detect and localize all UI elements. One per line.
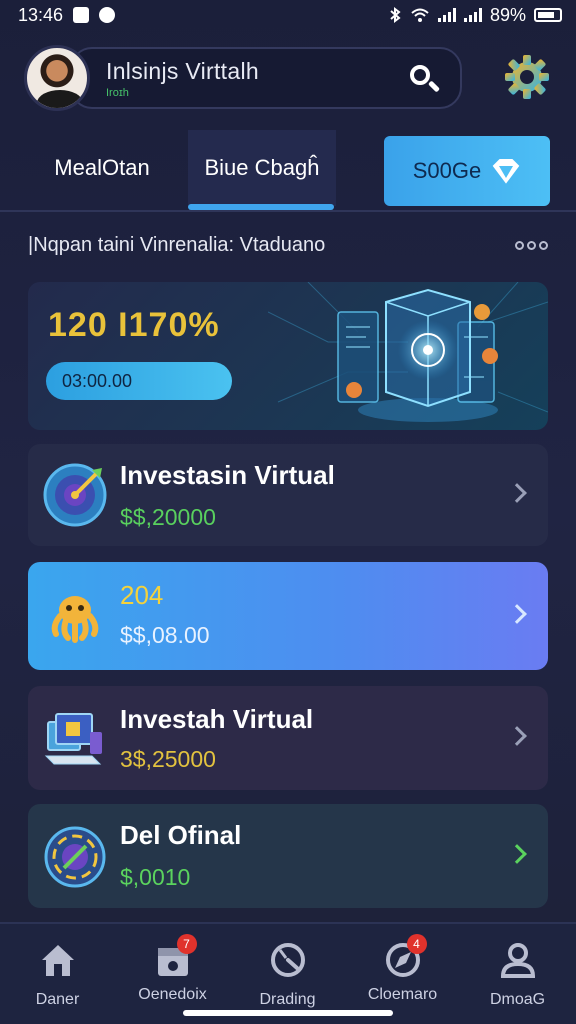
- nav-label: Cloemaro: [367, 986, 438, 1003]
- nav-item-trading[interactable]: Drading: [230, 940, 345, 1009]
- investment-card[interactable]: Investah Virtual 3$,25000: [28, 686, 548, 790]
- nav-label: Oenedoix: [138, 986, 207, 1003]
- search-subtitle: Iroɪh: [106, 86, 129, 99]
- nav-item-calendar[interactable]: 7 Oenedoix: [115, 934, 230, 1004]
- chevron-right-icon: [507, 726, 527, 746]
- tab-label: S00Ge: [412, 158, 482, 183]
- notification-badge: 4: [406, 934, 427, 954]
- nav-item-profile[interactable]: DmoaG: [460, 940, 575, 1009]
- card-title: Investah Virtual: [120, 704, 314, 734]
- gauge-icon: [270, 943, 305, 977]
- section-header: |Nqpan taini Vinrenalia: Vtaduano: [28, 234, 548, 257]
- sync-icon: [99, 7, 116, 23]
- tab-mealotan[interactable]: MealOtan: [18, 130, 186, 206]
- notification-icon: [73, 7, 90, 23]
- signal-icon: [437, 8, 456, 22]
- more-icon[interactable]: [515, 241, 548, 250]
- header: Inlsinjs Virttalh Iroɪh: [24, 44, 552, 112]
- card-amount: 3$,25000: [120, 746, 216, 772]
- home-icon: [41, 945, 74, 976]
- tab-label: Biue Cbagĥ: [204, 155, 320, 180]
- nav-item-explore[interactable]: 4 Cloemaro: [345, 934, 460, 1004]
- nav-label: Daner: [35, 991, 80, 1008]
- hero-pill-button[interactable]: 03:00.00: [46, 362, 232, 400]
- nav-label: Drading: [259, 991, 316, 1008]
- battery-icon: [534, 8, 562, 22]
- bottom-navigation: Daner 7 Oenedoix Drading 4 Cloemaro Dmoa…: [0, 922, 576, 1024]
- search-bar[interactable]: Inlsinjs Virttalh Iroɪh: [70, 47, 462, 109]
- battery-percent: 89%: [489, 4, 526, 25]
- tab-bar: MealOtan Biue Cbagĥ S00Ge: [0, 130, 576, 212]
- section-title: |Nqpan taini Vinrenalia: Vtaduano: [28, 234, 326, 256]
- tab-blue-change[interactable]: Biue Cbagĥ: [188, 130, 336, 206]
- octopus-icon: [51, 596, 99, 643]
- hero-value: 120 I170%: [48, 306, 220, 344]
- status-bar: 13:46 89%: [0, 0, 576, 30]
- signal-icon-2: [463, 8, 482, 22]
- profile-icon: [500, 943, 535, 978]
- avatar[interactable]: [24, 45, 90, 111]
- card-amount: $$,20000: [120, 504, 216, 530]
- hero-card[interactable]: 120 I170% 03:00.00: [28, 282, 548, 430]
- nav-label: DmoaG: [489, 991, 546, 1008]
- tabs-divider: [0, 210, 576, 212]
- wifi-icon: [411, 8, 429, 22]
- diamond-icon: [492, 159, 520, 184]
- search-title: Inlsinjs Virttalh: [106, 57, 259, 84]
- bluetooth-icon: [390, 7, 401, 23]
- home-indicator[interactable]: [183, 1010, 393, 1016]
- target-icon: [43, 463, 107, 527]
- card-title: 204: [120, 580, 164, 610]
- investment-card[interactable]: 204 $$,08.00: [28, 562, 548, 670]
- devices-icon: [44, 713, 102, 765]
- investment-card[interactable]: Del Ofinal $,0010: [28, 804, 548, 908]
- card-title: Investasin Virtual: [120, 460, 335, 490]
- chevron-right-icon: [507, 844, 527, 864]
- investment-card[interactable]: Investasin Virtual $$,20000: [28, 444, 548, 546]
- nav-item-home[interactable]: Daner: [0, 940, 115, 1009]
- status-time: 13:46: [18, 4, 64, 25]
- hero-pill-label: 03:00.00: [62, 370, 133, 391]
- card-amount: $,0010: [120, 864, 191, 890]
- card-title: Del Ofinal: [120, 820, 242, 850]
- search-icon[interactable]: [408, 63, 442, 97]
- tab-sooge[interactable]: S00Ge: [384, 136, 550, 206]
- card-amount: $$,08.00: [120, 622, 210, 648]
- hologram-illustration: [268, 282, 548, 422]
- tab-label: MealOtan: [54, 155, 150, 180]
- notification-badge: 7: [176, 934, 197, 954]
- gear-icon[interactable]: [502, 52, 552, 102]
- chevron-right-icon: [507, 483, 527, 503]
- compass-target-icon: [44, 826, 106, 888]
- chevron-right-icon: [507, 604, 527, 624]
